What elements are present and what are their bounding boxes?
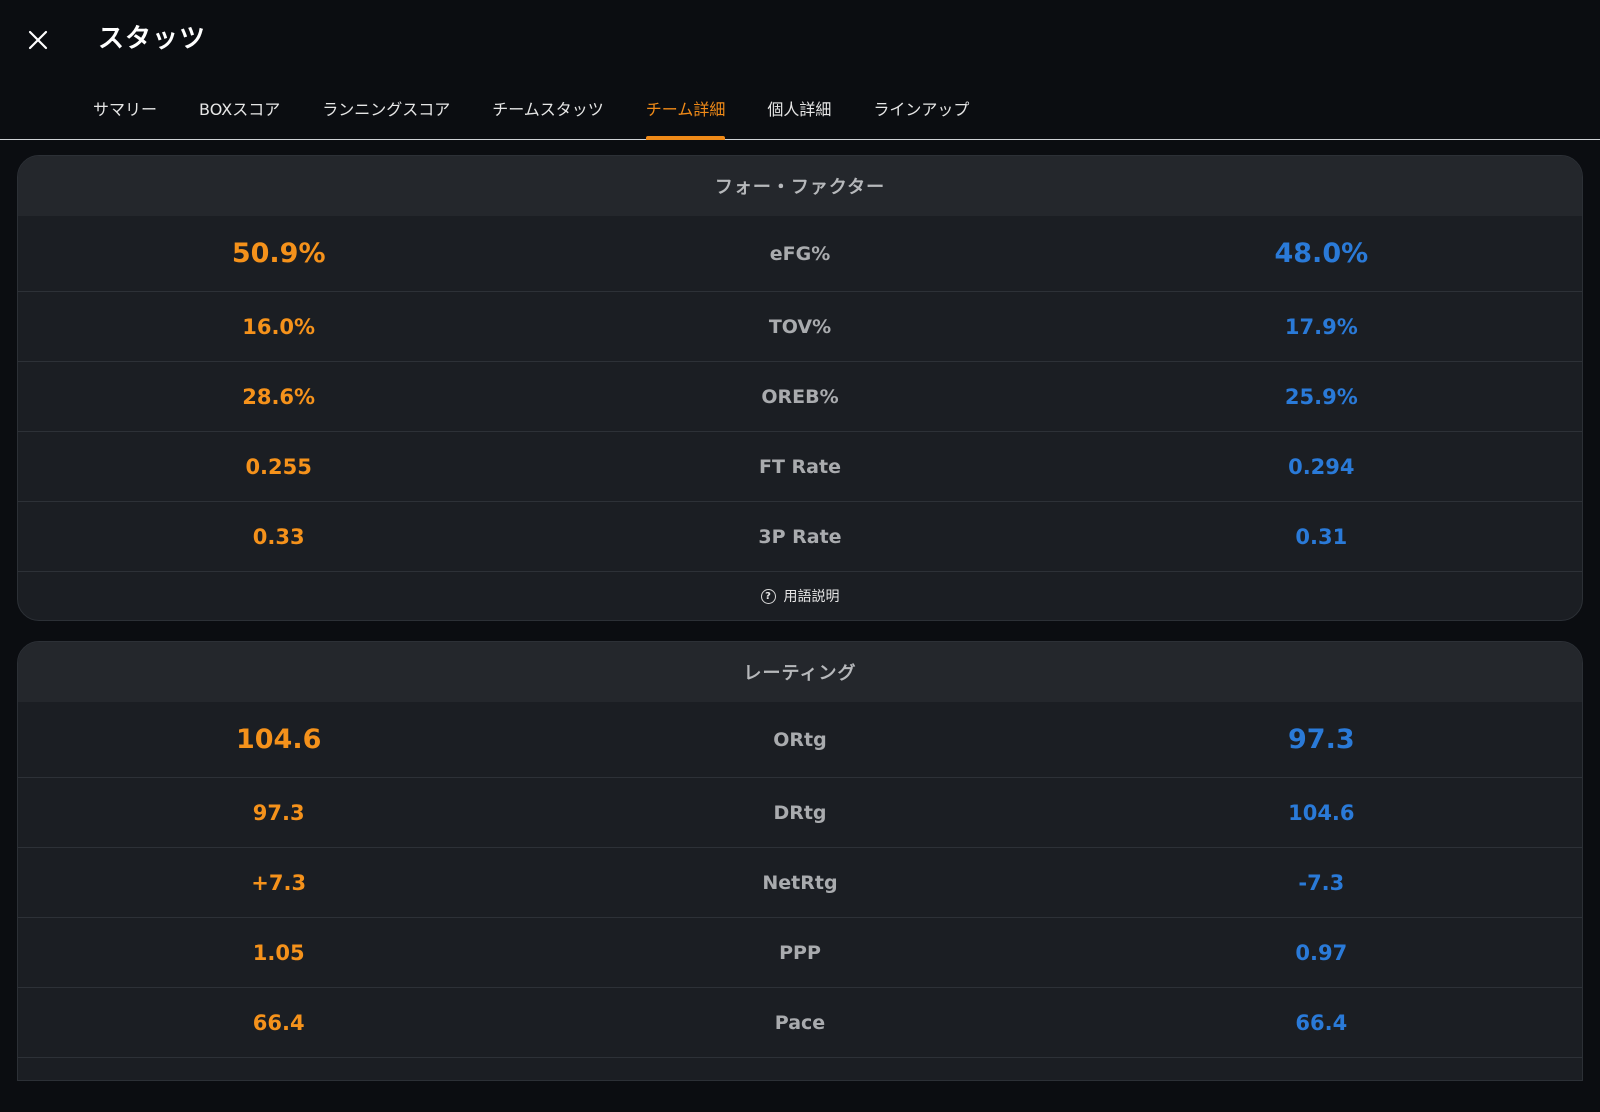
metric-label: TOV% bbox=[768, 315, 832, 338]
stat-row-netrtg: +7.3 NetRtg -7.3 bbox=[18, 848, 1582, 918]
stat-row-tov: 16.0% TOV% 17.9% bbox=[18, 292, 1582, 362]
stat-row-efg: 50.9% eFG% 48.0% bbox=[18, 216, 1582, 292]
stats-header: スタッツ サマリー BOXスコア ランニングスコア チームスタッツ チーム詳細 … bbox=[0, 0, 1600, 140]
metric-label: eFG% bbox=[769, 242, 831, 265]
away-value: 97.3 bbox=[1288, 724, 1355, 755]
tab-team-stats[interactable]: チームスタッツ bbox=[471, 84, 625, 140]
metric-label: PPP bbox=[779, 941, 821, 964]
away-value: 0.97 bbox=[1295, 940, 1348, 965]
stat-row-3p-rate: 0.33 3P Rate 0.31 bbox=[18, 502, 1582, 572]
tab-team-details[interactable]: チーム詳細 bbox=[625, 84, 747, 140]
four-factors-card: フォー・ファクター 50.9% eFG% 48.0% 16.0% TOV% 17… bbox=[17, 155, 1583, 621]
away-value: -7.3 bbox=[1298, 870, 1345, 895]
ratings-card: レーティング 104.6 ORtg 97.3 97.3 DRtg 104.6 +… bbox=[17, 641, 1583, 1081]
home-value: 97.3 bbox=[252, 800, 305, 825]
home-value: 28.6% bbox=[242, 384, 316, 409]
metric-label: NetRtg bbox=[762, 871, 838, 894]
stat-row-ppp: 1.05 PPP 0.97 bbox=[18, 918, 1582, 988]
tab-lineup[interactable]: ラインアップ bbox=[852, 84, 990, 140]
home-value: 66.4 bbox=[252, 1010, 305, 1035]
metric-label: 3P Rate bbox=[758, 525, 842, 548]
away-value: 0.31 bbox=[1295, 524, 1348, 549]
away-value: 25.9% bbox=[1284, 384, 1358, 409]
four-factors-title: フォー・ファクター bbox=[18, 156, 1582, 216]
close-button[interactable] bbox=[20, 22, 56, 58]
metric-label: DRtg bbox=[773, 801, 827, 824]
tab-individual-details[interactable]: 個人詳細 bbox=[746, 84, 852, 140]
home-value: 0.255 bbox=[245, 454, 312, 479]
metric-label: OREB% bbox=[761, 385, 839, 408]
away-value: 0.294 bbox=[1288, 454, 1355, 479]
tab-running-score[interactable]: ランニングスコア bbox=[301, 84, 471, 140]
stat-row-ortg: 104.6 ORtg 97.3 bbox=[18, 702, 1582, 778]
tab-summary[interactable]: サマリー bbox=[72, 84, 178, 140]
home-value: 0.33 bbox=[252, 524, 305, 549]
stat-row-ft-rate: 0.255 FT Rate 0.294 bbox=[18, 432, 1582, 502]
help-circle-icon: ? bbox=[760, 588, 776, 604]
stats-tabs: サマリー BOXスコア ランニングスコア チームスタッツ チーム詳細 個人詳細 … bbox=[72, 84, 990, 140]
page-title: スタッツ bbox=[98, 24, 207, 54]
metric-label: ORtg bbox=[773, 728, 827, 751]
metric-label: FT Rate bbox=[759, 455, 841, 478]
close-icon bbox=[28, 30, 48, 50]
home-value: 50.9% bbox=[231, 238, 326, 269]
away-value: 17.9% bbox=[1284, 314, 1358, 339]
stat-row-pace: 66.4 Pace 66.4 bbox=[18, 988, 1582, 1058]
away-value: 66.4 bbox=[1295, 1010, 1348, 1035]
stat-row-drtg: 97.3 DRtg 104.6 bbox=[18, 778, 1582, 848]
stat-row-oreb: 28.6% OREB% 25.9% bbox=[18, 362, 1582, 432]
home-value: 16.0% bbox=[242, 314, 316, 339]
tab-box-score[interactable]: BOXスコア bbox=[178, 84, 301, 140]
home-value: 104.6 bbox=[235, 724, 322, 755]
metric-label: Pace bbox=[774, 1011, 826, 1034]
home-value: 1.05 bbox=[252, 940, 305, 965]
ratings-title: レーティング bbox=[18, 642, 1582, 702]
away-value: 48.0% bbox=[1274, 238, 1369, 269]
home-value: +7.3 bbox=[251, 870, 307, 895]
glossary-link[interactable]: ? 用語説明 bbox=[18, 572, 1582, 620]
away-value: 104.6 bbox=[1288, 800, 1355, 825]
glossary-label: 用語説明 bbox=[783, 589, 840, 605]
